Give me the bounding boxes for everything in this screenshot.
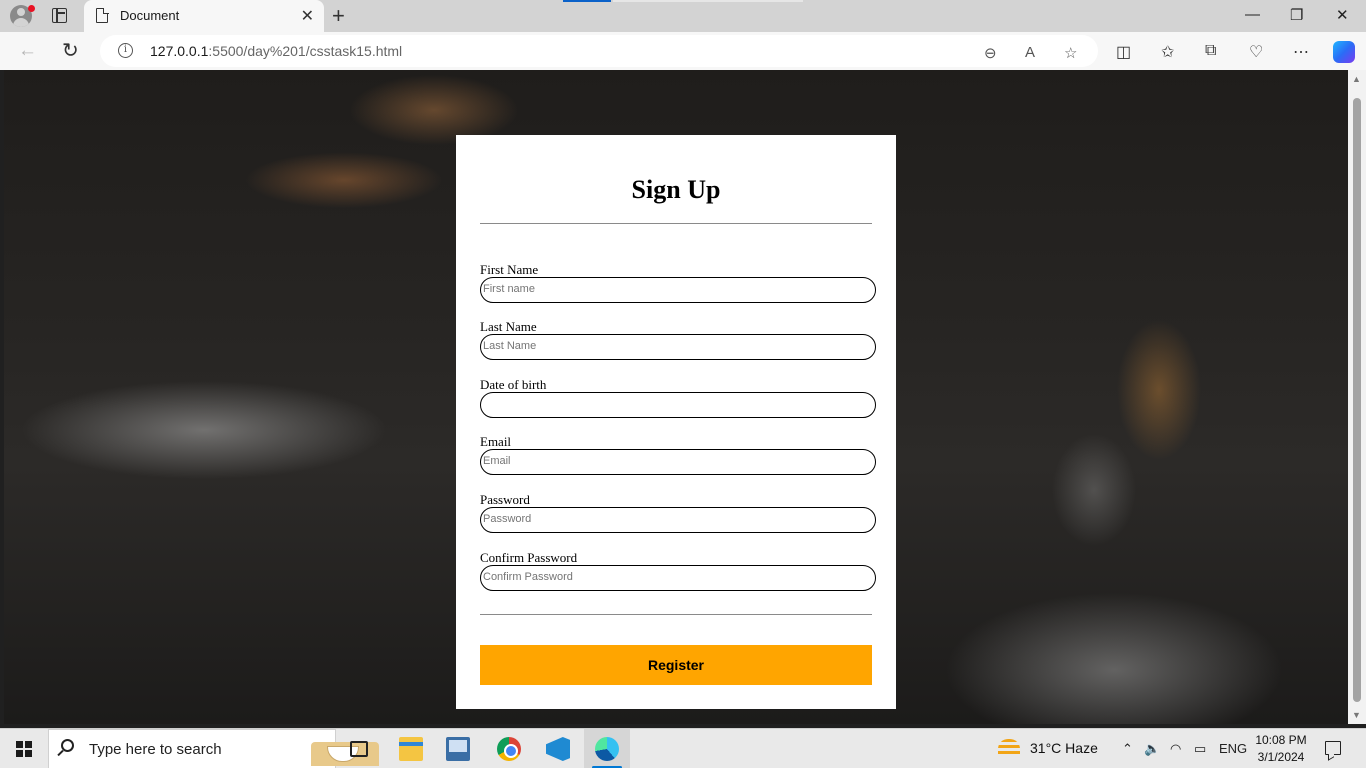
divider [480, 614, 872, 615]
confirm-password-label: Confirm Password [480, 550, 578, 565]
loading-indicator [563, 0, 611, 2]
confirm-password-field: Confirm Password Confirm Password [480, 550, 876, 591]
search-placeholder: Type here to search [89, 741, 222, 758]
weather-haze-icon[interactable] [998, 739, 1020, 757]
scrollbar-thumb[interactable] [1353, 98, 1361, 702]
site-info-icon[interactable]: i [118, 43, 133, 58]
copilot-icon[interactable] [1333, 41, 1355, 63]
remote-desktop-icon[interactable] [446, 737, 470, 761]
weather-text[interactable]: 31°C Haze [1030, 740, 1098, 756]
back-icon[interactable]: ← [18, 40, 37, 62]
scrollbar[interactable]: ▲ ▼ [1348, 70, 1366, 724]
volume-icon[interactable]: 🔈 [1144, 741, 1160, 757]
email-field: Email Email [480, 434, 876, 475]
date-of-birth-label: Date of birth [480, 377, 547, 392]
read-aloud-icon[interactable]: A [1025, 44, 1035, 61]
browser-essentials-icon[interactable]: ♡ [1249, 42, 1263, 62]
clock-date: 3/1/2024 [1257, 750, 1305, 764]
address-bar[interactable]: i 127.0.0.1:5500/day%201/csstask15.html … [100, 35, 1098, 67]
windows-start-icon[interactable] [16, 741, 32, 757]
confirm-password-input[interactable]: Confirm Password [480, 565, 876, 591]
zoom-out-icon[interactable]: ⊖ [984, 44, 997, 62]
chevron-up-icon[interactable]: ⌃ [1122, 741, 1133, 757]
search-icon [61, 739, 74, 752]
file-explorer-icon[interactable] [399, 737, 423, 761]
collections-icon[interactable]: ⧉ [1205, 42, 1216, 60]
more-icon[interactable]: ⋯ [1293, 42, 1309, 62]
url-text[interactable]: 127.0.0.1:5500/day%201/csstask15.html [150, 43, 402, 59]
email-input[interactable]: Email [480, 449, 876, 475]
tab-strip: Document ✕ + — ❐ ✕ [0, 0, 1366, 32]
split-screen-icon[interactable]: ◫ [1116, 42, 1131, 62]
reload-icon[interactable]: ↻ [62, 38, 79, 63]
language-indicator[interactable]: ENG [1219, 741, 1247, 756]
taskbar-search[interactable]: Type here to search [48, 729, 379, 768]
password-input[interactable]: Password [480, 507, 876, 533]
clock[interactable]: 10:08 PM 3/1/2024 [1250, 732, 1312, 766]
clock-time: 10:08 PM [1255, 733, 1307, 747]
document-icon [96, 7, 109, 23]
first-name-label: First Name [480, 262, 539, 277]
signup-form: Sign Up First Name First name Last Name … [456, 135, 896, 709]
tab-title: Document [120, 8, 180, 23]
tab-close-icon[interactable]: ✕ [301, 6, 314, 26]
email-label: Email [480, 434, 512, 449]
first-name-input[interactable]: First name [480, 277, 876, 303]
scroll-down-icon[interactable]: ▼ [1352, 710, 1361, 720]
chrome-icon[interactable] [497, 737, 521, 761]
last-name-field: Last Name Last Name [480, 319, 876, 360]
new-tab-button[interactable]: + [332, 3, 345, 29]
wifi-icon[interactable]: ◠ [1170, 741, 1181, 757]
register-button[interactable]: Register [480, 645, 872, 685]
last-name-input[interactable]: Last Name [480, 334, 876, 360]
scroll-up-icon[interactable]: ▲ [1352, 74, 1361, 84]
profile-notification-dot [28, 5, 35, 12]
search-highlight-icon [311, 742, 379, 766]
first-name-field: First Name First name [480, 262, 876, 303]
browser-tab[interactable]: Document ✕ [84, 0, 324, 32]
task-view-icon[interactable] [350, 741, 368, 757]
divider [480, 223, 872, 224]
favorites-icon[interactable]: ✩ [1161, 42, 1174, 62]
last-name-label: Last Name [480, 319, 537, 334]
battery-icon[interactable]: ▭ [1194, 741, 1206, 757]
loading-track [613, 0, 803, 2]
taskbar: Type here to search 31°C Haze ⌃ 🔈 ◠ ▭ EN… [0, 728, 1366, 768]
password-label: Password [480, 492, 530, 507]
tab-actions-icon[interactable] [52, 7, 67, 23]
form-title: Sign Up [631, 175, 721, 204]
vscode-icon[interactable] [546, 737, 570, 761]
notification-icon[interactable] [1325, 741, 1341, 755]
password-field: Password Password [480, 492, 876, 533]
minimize-button[interactable]: — [1245, 6, 1260, 23]
close-window-button[interactable]: ✕ [1336, 6, 1349, 24]
edge-icon[interactable] [595, 737, 619, 761]
restore-button[interactable]: ❐ [1290, 6, 1303, 24]
favorite-star-icon[interactable]: ☆ [1064, 44, 1077, 62]
browser-toolbar: ← ↻ i 127.0.0.1:5500/day%201/csstask15.h… [0, 32, 1366, 70]
date-of-birth-input[interactable] [480, 392, 876, 418]
date-of-birth-field: Date of birth [480, 377, 876, 418]
